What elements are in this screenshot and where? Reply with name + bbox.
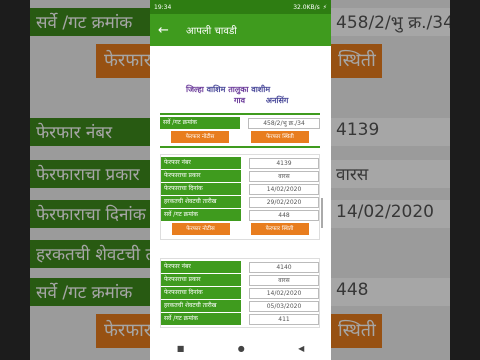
mutation-type-label: फेरफाराचा प्रकार xyxy=(161,170,241,182)
mutation-type-value: वारस xyxy=(249,274,319,286)
app-title: आपली चावडी xyxy=(186,26,237,37)
district-label: जिल्हा xyxy=(186,85,204,94)
record-row: फेरफाराचा प्रकार वारस xyxy=(161,170,319,182)
district-value: वाशिम xyxy=(206,85,226,94)
main-content: जिल्हा वाशिम तालुका वाशीम गाव अनसिंग सर्… xyxy=(150,46,331,342)
mutation-record-card: फेरफार नंबर 4140 फेरफाराचा प्रकार वारस फ… xyxy=(160,258,320,328)
village-value: अनसिंग xyxy=(265,96,289,105)
record-row: सर्वे /गट क्रमांक 411 xyxy=(161,313,319,325)
status-bar: 19:34 32.0KB/s ⚡ xyxy=(150,0,331,14)
survey-number-value: 448 xyxy=(249,209,319,221)
mutation-date-label: फेरफाराचा दिनांक xyxy=(161,287,241,299)
record-row: हरकतची शेवटची तारीख 05/03/2020 xyxy=(161,300,319,312)
survey-number-label: सर्वे /गट क्रमांक xyxy=(161,313,241,325)
navigation-bar: ■ ● ◀ xyxy=(150,336,331,360)
record-buttons: फेरफार नोटीस फेरफार स्थिती xyxy=(161,223,319,235)
phone-screen: 19:34 32.0KB/s ⚡ ← आपली चावडी जिल्हा वाश… xyxy=(150,0,331,360)
back-icon[interactable]: ◀ xyxy=(298,344,304,353)
survey-number-label: सर्वे /गट क्रमांक xyxy=(161,209,241,221)
mutation-notice-button[interactable]: फेरफार नोटीस xyxy=(171,223,230,235)
home-icon[interactable]: ● xyxy=(238,344,245,353)
objection-date-label: हरकतची शेवटची तारीख xyxy=(161,196,241,208)
record-row: फेरफार नंबर 4139 xyxy=(161,157,319,169)
village-label: गाव xyxy=(234,96,246,105)
survey-buttons: फेरफार नोटीस फेरफार स्थिती xyxy=(160,131,320,143)
record-row: सर्वे /गट क्रमांक 448 xyxy=(161,209,319,221)
mutation-type-label: फेरफाराचा प्रकार xyxy=(161,274,241,286)
survey-number-value: 411 xyxy=(249,313,319,325)
taluka-value: वाशीम xyxy=(251,85,271,94)
objection-date-value: 29/02/2020 xyxy=(249,196,319,208)
mutation-number-label: फेरफार नंबर xyxy=(161,157,241,169)
mutation-type-value: वारस xyxy=(249,170,319,182)
divider xyxy=(160,146,320,148)
mutation-notice-button[interactable]: फेरफार नोटीस xyxy=(171,131,229,143)
mutation-number-value: 4140 xyxy=(249,261,319,273)
mutation-status-button[interactable]: फेरफार स्थिती xyxy=(250,223,309,235)
status-time: 19:34 xyxy=(154,3,172,11)
mutation-status-button[interactable]: फेरफार स्थिती xyxy=(251,131,309,143)
record-row: फेरफार नंबर 4140 xyxy=(161,261,319,273)
taluka-label: तालुका xyxy=(228,85,249,94)
survey-value: 458/2/भु क्र./34 xyxy=(248,117,320,129)
mutation-date-value: 14/02/2020 xyxy=(249,287,319,299)
mutation-date-label: फेरफाराचा दिनांक xyxy=(161,183,241,195)
battery-icon: ⚡ xyxy=(322,3,327,11)
record-row: हरकतची शेवटची तारीख 29/02/2020 xyxy=(161,196,319,208)
recents-icon[interactable]: ■ xyxy=(177,344,185,353)
record-row: फेरफाराचा दिनांक 14/02/2020 xyxy=(161,287,319,299)
status-speed: 32.0KB/s xyxy=(293,3,320,11)
objection-date-value: 05/03/2020 xyxy=(249,300,319,312)
location-info: जिल्हा वाशिम तालुका वाशीम गाव अनसिंग xyxy=(186,84,288,106)
survey-label: सर्वे /गट क्रमांक xyxy=(160,117,240,129)
record-row: फेरफाराचा प्रकार वारस xyxy=(161,274,319,286)
record-row: फेरफाराचा दिनांक 14/02/2020 xyxy=(161,183,319,195)
mutation-number-value: 4139 xyxy=(249,157,319,169)
scrollbar[interactable] xyxy=(321,198,323,228)
survey-section: सर्वे /गट क्रमांक 458/2/भु क्र./34 फेरफा… xyxy=(160,113,320,148)
mutation-date-value: 14/02/2020 xyxy=(249,183,319,195)
mutation-record-card: फेरफार नंबर 4139 फेरफाराचा प्रकार वारस फ… xyxy=(160,154,320,240)
divider xyxy=(160,113,320,115)
survey-row: सर्वे /गट क्रमांक 458/2/भु क्र./34 xyxy=(160,117,320,129)
mutation-number-label: फेरफार नंबर xyxy=(161,261,241,273)
objection-date-label: हरकतची शेवटची तारीख xyxy=(161,300,241,312)
app-bar: ← आपली चावडी xyxy=(150,14,331,46)
back-arrow-icon[interactable]: ← xyxy=(158,23,178,38)
